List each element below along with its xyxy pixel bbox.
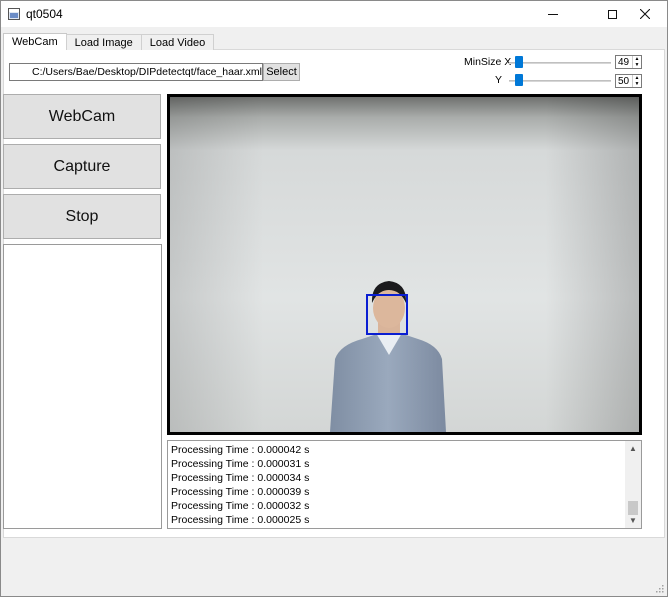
resize-grip-icon[interactable] xyxy=(654,583,664,593)
minimize-button[interactable] xyxy=(530,1,576,27)
log-scrollbar[interactable]: ▲ ▼ xyxy=(625,441,641,528)
minsize-x-value: 49 xyxy=(618,56,630,68)
minsize-y-slider[interactable] xyxy=(515,74,524,86)
webcam-frame-image xyxy=(170,97,639,432)
spin-arrows-icon[interactable]: ▲ ▼ xyxy=(632,75,641,87)
tab-load-video[interactable]: Load Video xyxy=(140,34,215,50)
tab-label: Load Video xyxy=(149,36,206,49)
webcam-button[interactable]: WebCam xyxy=(3,94,161,139)
scroll-down-icon[interactable]: ▼ xyxy=(625,513,641,528)
minsize-y-spinbox[interactable]: 50 ▲ ▼ xyxy=(615,74,642,88)
minsize-y-value: 50 xyxy=(618,75,630,87)
tab-load-image[interactable]: Load Image xyxy=(65,34,142,50)
maximize-icon xyxy=(607,9,617,19)
capture-list[interactable] xyxy=(3,244,162,529)
tab-bar: WebCam Load Image Load Video xyxy=(3,33,215,50)
minsize-x-spinbox[interactable]: 49 ▲ ▼ xyxy=(615,55,642,69)
cascade-path-field[interactable]: C:/Users/Bae/Desktop/DIPdetectqt/face_ha… xyxy=(9,63,263,81)
title-bar: qt0504 xyxy=(1,1,667,27)
tab-webcam[interactable]: WebCam xyxy=(3,33,67,50)
webcam-view xyxy=(167,94,642,435)
scroll-up-icon[interactable]: ▲ xyxy=(625,441,641,456)
minsize-y-track xyxy=(509,80,611,82)
close-icon xyxy=(640,9,650,19)
select-button[interactable]: Select xyxy=(263,63,300,81)
log-line: Processing Time : 0.000032 s xyxy=(171,500,310,512)
log-line: Processing Time : 0.000025 s xyxy=(171,514,310,526)
log-line: Processing Time : 0.000034 s xyxy=(171,472,310,484)
window-title: qt0504 xyxy=(26,7,63,21)
log-line: Processing Time : 0.000039 s xyxy=(171,486,310,498)
minsize-x-track xyxy=(509,62,611,64)
capture-button[interactable]: Capture xyxy=(3,144,161,189)
processing-log[interactable]: Processing Time : 0.000042 s Processing … xyxy=(167,440,642,529)
close-button[interactable] xyxy=(622,1,668,27)
minsize-x-slider[interactable] xyxy=(515,56,524,68)
minsize-y-label: Y xyxy=(495,74,503,86)
log-line: Processing Time : 0.000042 s xyxy=(171,444,310,456)
log-line: Processing Time : 0.000031 s xyxy=(171,458,310,470)
spin-arrows-icon[interactable]: ▲ ▼ xyxy=(632,56,641,68)
minsize-x-label: MinSize X xyxy=(464,56,512,68)
app-icon xyxy=(8,8,20,20)
tab-label: WebCam xyxy=(12,36,58,48)
log-lines: Processing Time : 0.000042 s Processing … xyxy=(171,443,625,527)
stop-button[interactable]: Stop xyxy=(3,194,161,239)
minimize-icon xyxy=(548,13,558,15)
main-window: qt0504 WebCam Load Image Load Video C:/U… xyxy=(0,0,668,597)
tab-label: Load Image xyxy=(74,36,133,49)
